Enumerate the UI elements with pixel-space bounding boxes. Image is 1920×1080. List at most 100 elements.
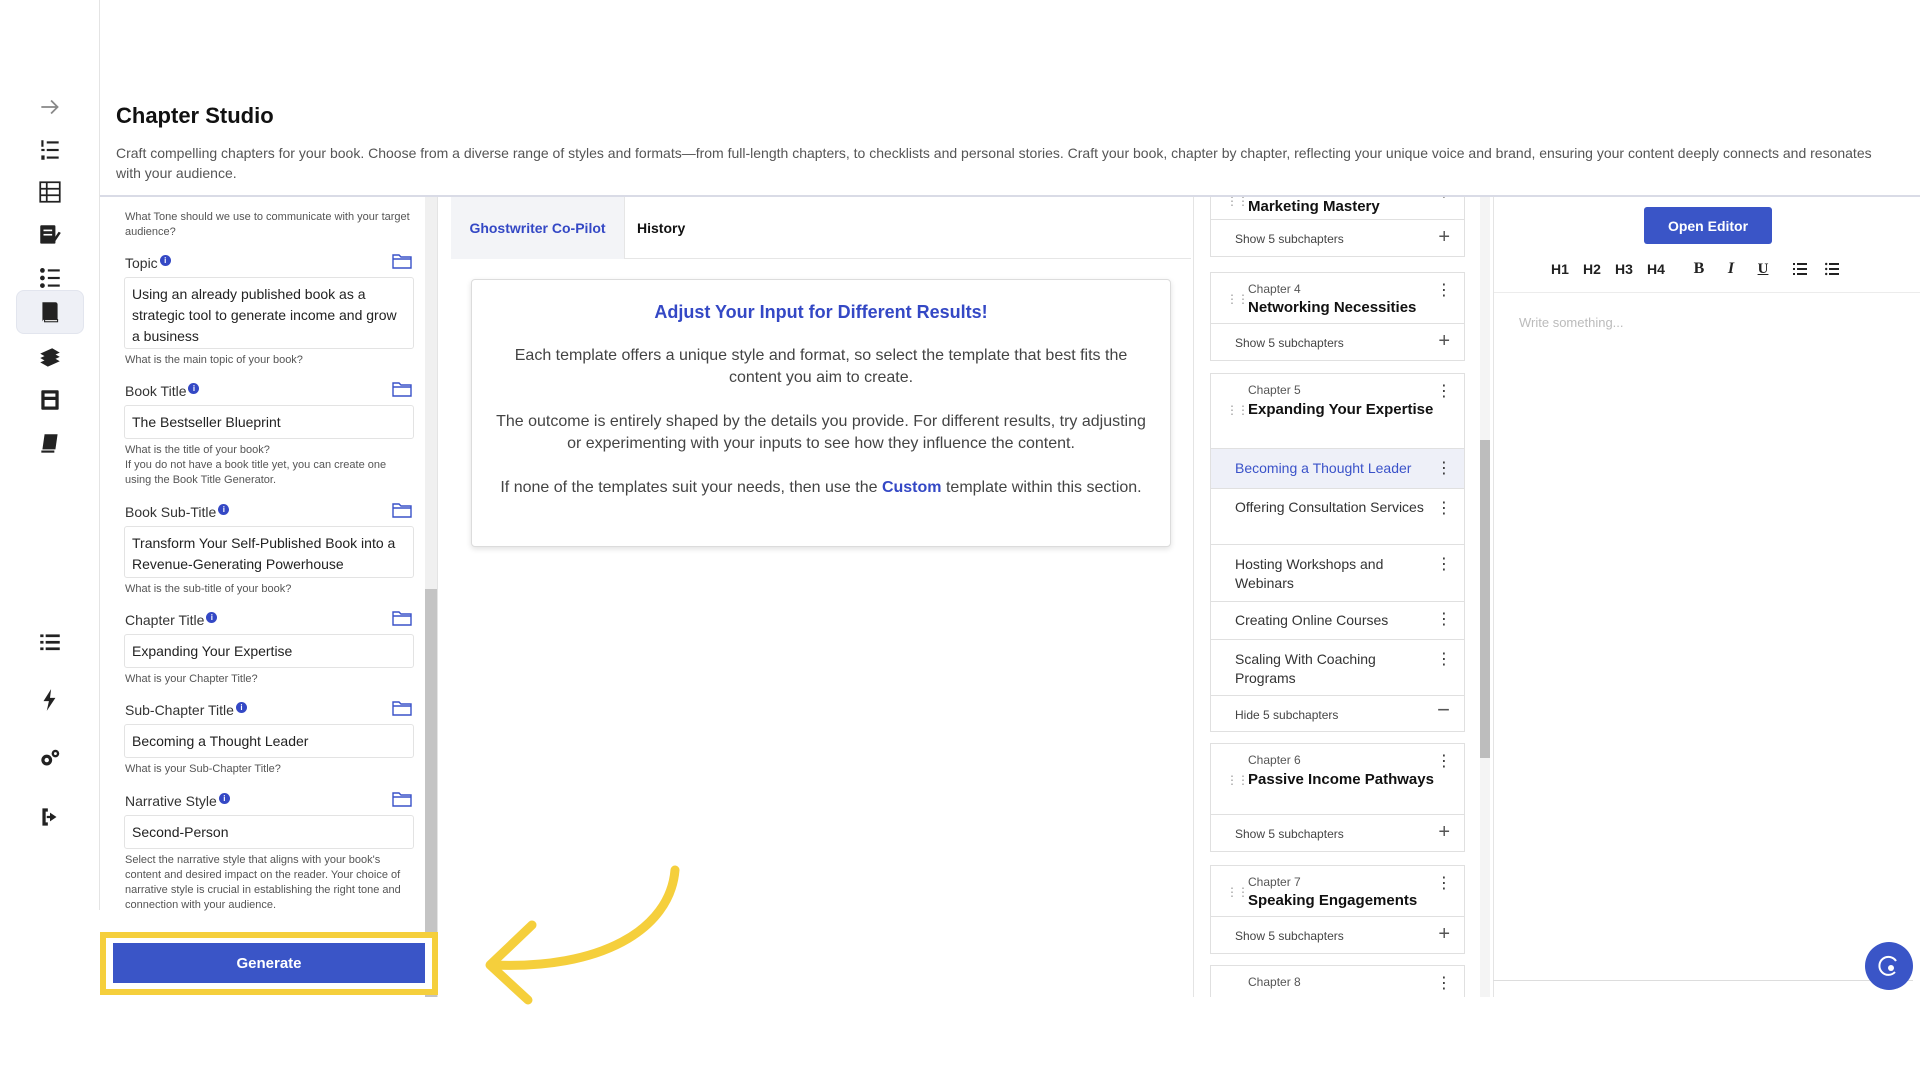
plus-icon[interactable]: + xyxy=(1438,822,1450,842)
more-options-icon[interactable]: ⋮ xyxy=(1436,461,1452,477)
editor-textarea[interactable]: Write something... xyxy=(1494,292,1920,997)
more-options-icon[interactable]: ⋮ xyxy=(1436,976,1452,992)
folder-icon[interactable] xyxy=(392,381,412,397)
archive-icon[interactable] xyxy=(16,378,84,422)
chapter-title-field[interactable]: Expanding Your Expertise xyxy=(124,634,414,668)
tone-hint: What Tone should we use to communicate w… xyxy=(125,211,410,238)
subchapter-title-field[interactable]: Becoming a Thought Leader xyxy=(124,724,414,758)
logout-icon[interactable] xyxy=(16,795,84,839)
chapters-scrollbar-thumb[interactable] xyxy=(1480,440,1490,758)
chat-support-button[interactable] xyxy=(1865,942,1913,990)
chapter-footer: Show 5 subchapters + xyxy=(1211,814,1464,852)
chapter-card[interactable]: ⋮⋮ Marketing Mastery ⋮ Show 5 subchapter… xyxy=(1210,197,1465,257)
folder-icon[interactable] xyxy=(392,253,412,269)
folder-icon[interactable] xyxy=(392,791,412,807)
settings-icon[interactable] xyxy=(16,737,84,781)
plus-icon[interactable]: + xyxy=(1438,924,1450,944)
ordered-list-icon[interactable] xyxy=(1790,257,1810,281)
open-editor-button[interactable]: Open Editor xyxy=(1644,207,1772,244)
chapter-title: Expanding Your Expertise xyxy=(1248,401,1434,418)
generate-button[interactable]: Generate xyxy=(113,943,425,983)
lightning-icon[interactable] xyxy=(16,678,84,722)
chapter-card[interactable]: Chapter 6 ⋮⋮ Passive Income Pathways ⋮ S… xyxy=(1210,743,1465,852)
info-icon[interactable]: i xyxy=(159,255,171,266)
tab-history[interactable]: History xyxy=(637,197,685,259)
heading3-button[interactable]: H3 xyxy=(1612,257,1636,281)
toggle-subchapters-link[interactable]: Hide 5 subchapters xyxy=(1235,708,1338,722)
list-icon[interactable] xyxy=(16,620,84,664)
numbered-list-icon[interactable] xyxy=(16,128,84,172)
heading1-button[interactable]: H1 xyxy=(1548,257,1572,281)
tab-ghostwriter-copilot[interactable]: Ghostwriter Co-Pilot xyxy=(451,197,625,259)
minus-icon[interactable]: − xyxy=(1437,699,1450,721)
bookmark-icon[interactable] xyxy=(16,422,84,466)
more-options-icon[interactable]: ⋮ xyxy=(1436,197,1452,200)
toggle-subchapters-link[interactable]: Show 5 subchapters xyxy=(1235,827,1344,841)
more-options-icon[interactable]: ⋮ xyxy=(1436,652,1452,668)
chapter-title: Networking Necessities xyxy=(1248,299,1417,316)
bullet-list-icon[interactable] xyxy=(1822,257,1842,281)
underline-button[interactable]: U xyxy=(1754,257,1772,281)
folder-icon[interactable] xyxy=(392,700,412,716)
chapter-card[interactable]: Chapter 7 ⋮⋮ Speaking Engagements ⋮ Show… xyxy=(1210,865,1465,954)
books-icon[interactable] xyxy=(16,336,84,380)
chapter-footer: Show 5 subchapters + xyxy=(1211,323,1464,361)
info-icon[interactable]: i xyxy=(206,612,218,623)
more-options-icon[interactable]: ⋮ xyxy=(1436,384,1452,400)
toggle-subchapters-link[interactable]: Show 5 subchapters xyxy=(1235,929,1344,943)
drag-handle-icon[interactable]: ⋮⋮ xyxy=(1226,403,1249,417)
page-header: Chapter Studio Craft compelling chapters… xyxy=(100,85,1920,197)
table-icon[interactable] xyxy=(16,170,84,214)
drag-handle-icon[interactable]: ⋮⋮ xyxy=(1226,292,1249,306)
subchapter-item[interactable]: Scaling With Coaching Programs ⋮ xyxy=(1211,639,1464,695)
folder-icon[interactable] xyxy=(392,502,412,518)
more-options-icon[interactable]: ⋮ xyxy=(1436,876,1452,892)
chapter-title: Passive Income Pathways xyxy=(1248,771,1434,788)
info-card-heading: Adjust Your Input for Different Results! xyxy=(654,302,988,322)
bold-button[interactable]: B xyxy=(1690,257,1708,281)
info-icon[interactable]: i xyxy=(235,702,247,713)
drag-handle-icon[interactable]: ⋮⋮ xyxy=(1226,773,1249,787)
info-icon[interactable]: i xyxy=(188,383,200,394)
book-subtitle-field[interactable]: Transform Your Self-Published Book into … xyxy=(124,526,414,578)
more-options-icon[interactable]: ⋮ xyxy=(1436,557,1452,573)
topic-field[interactable]: Using an already published book as a str… xyxy=(124,277,414,349)
more-options-icon[interactable]: ⋮ xyxy=(1436,501,1452,517)
more-options-icon[interactable]: ⋮ xyxy=(1436,754,1452,770)
drag-handle-icon[interactable]: ⋮⋮ xyxy=(1226,197,1249,208)
more-options-icon[interactable]: ⋮ xyxy=(1436,612,1452,628)
heading2-button[interactable]: H2 xyxy=(1580,257,1604,281)
folder-icon[interactable] xyxy=(392,610,412,626)
info-icon[interactable]: i xyxy=(218,504,230,515)
subchapter-item[interactable]: Hosting Workshops and Webinars ⋮ xyxy=(1211,544,1464,601)
subchapter-item[interactable]: Creating Online Courses ⋮ xyxy=(1211,601,1464,639)
chapter-title: Speaking Engagements xyxy=(1248,892,1418,909)
italic-button[interactable]: I xyxy=(1722,257,1740,281)
heading4-button[interactable]: H4 xyxy=(1644,257,1668,281)
toggle-subchapters-link[interactable]: Show 5 subchapters xyxy=(1235,336,1344,350)
chapter-card[interactable]: Chapter 4 ⋮⋮ Networking Necessities ⋮ Sh… xyxy=(1210,272,1465,361)
book-icon[interactable] xyxy=(16,290,84,334)
book-title-field[interactable]: The Bestseller Blueprint xyxy=(124,405,414,439)
arrow-right-icon[interactable] xyxy=(16,85,84,129)
drag-handle-icon[interactable]: ⋮⋮ xyxy=(1226,885,1249,899)
edit-note-icon[interactable] xyxy=(16,213,84,257)
narrative-style-field[interactable]: Second-Person xyxy=(124,815,414,849)
plus-icon[interactable]: + xyxy=(1438,227,1450,247)
subchapter-item-selected[interactable]: Becoming a Thought Leader ⋮ xyxy=(1211,448,1464,488)
page-description: Craft compelling chapters for your book.… xyxy=(116,145,1872,181)
subchapter-item[interactable]: Offering Consultation Services ⋮ xyxy=(1211,488,1464,544)
chapter-footer: Hide 5 subchapters − xyxy=(1211,695,1464,731)
book-title-hint: What is the title of your book? If you d… xyxy=(125,444,387,486)
chapter-card[interactable]: Chapter 5 ⋮⋮ Expanding Your Expertise ⋮ … xyxy=(1210,373,1465,732)
subchapter-title-hint: What is your Sub-Chapter Title? xyxy=(125,763,281,775)
editor-bottom-border xyxy=(1493,980,1913,981)
chapter-card[interactable]: Chapter 8 ⋮ xyxy=(1210,965,1465,997)
more-options-icon[interactable]: ⋮ xyxy=(1436,283,1452,299)
custom-template-link[interactable]: Custom xyxy=(882,479,942,496)
plus-icon[interactable]: + xyxy=(1438,331,1450,351)
chapter-number: Chapter 5 xyxy=(1248,383,1301,397)
chapter-footer: Show 5 subchapters + xyxy=(1211,916,1464,954)
info-icon[interactable]: i xyxy=(218,793,230,804)
toggle-subchapters-link[interactable]: Show 5 subchapters xyxy=(1235,232,1344,246)
